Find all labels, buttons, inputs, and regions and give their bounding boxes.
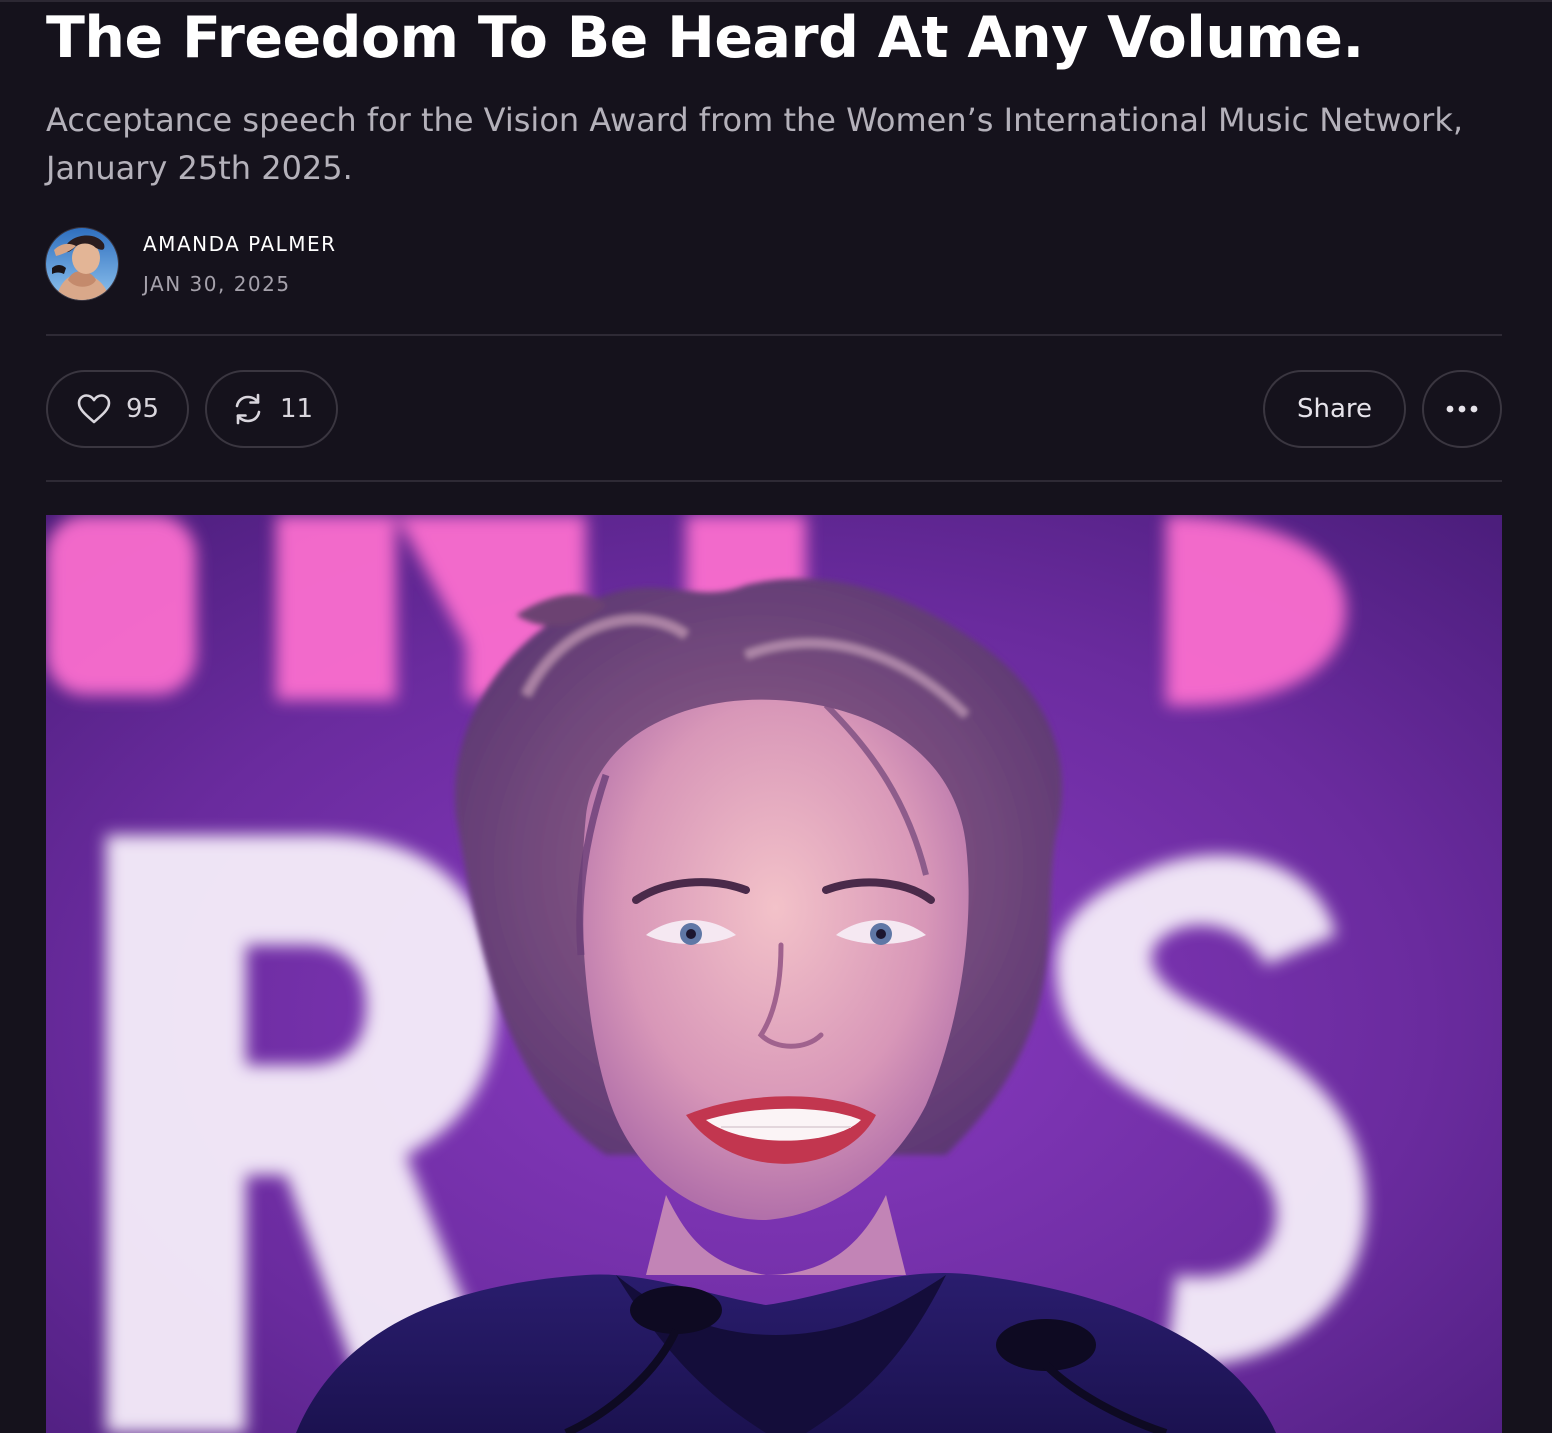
author-avatar[interactable] [46, 228, 118, 300]
byline: AMANDA PALMER JAN 30, 2025 [46, 226, 337, 302]
ellipsis-icon [1446, 405, 1478, 413]
share-label: Share [1296, 394, 1373, 424]
author-name[interactable]: AMANDA PALMER [143, 230, 337, 258]
share-button[interactable]: Share [1263, 370, 1406, 448]
divider-top [46, 334, 1502, 336]
post-title: The Freedom To Be Heard At Any Volume. [46, 5, 1364, 71]
author-meta: AMANDA PALMER JAN 30, 2025 [143, 230, 337, 298]
post-date: JAN 30, 2025 [143, 272, 291, 296]
restack-count: 11 [279, 394, 314, 424]
hero-photo-illustration [46, 515, 1502, 1433]
heart-icon [77, 394, 111, 424]
like-button[interactable]: 95 [46, 370, 189, 448]
more-options-button[interactable] [1422, 370, 1502, 448]
restack-button[interactable]: 11 [205, 370, 338, 448]
post-page: The Freedom To Be Heard At Any Volume. A… [0, 0, 1552, 1433]
hero-photo[interactable] [46, 515, 1502, 1433]
avatar-image [46, 228, 118, 300]
restack-icon [235, 393, 261, 425]
post-subtitle: Acceptance speech for the Vision Award f… [46, 101, 1464, 187]
divider-bottom [46, 480, 1502, 482]
like-count: 95 [125, 394, 160, 424]
